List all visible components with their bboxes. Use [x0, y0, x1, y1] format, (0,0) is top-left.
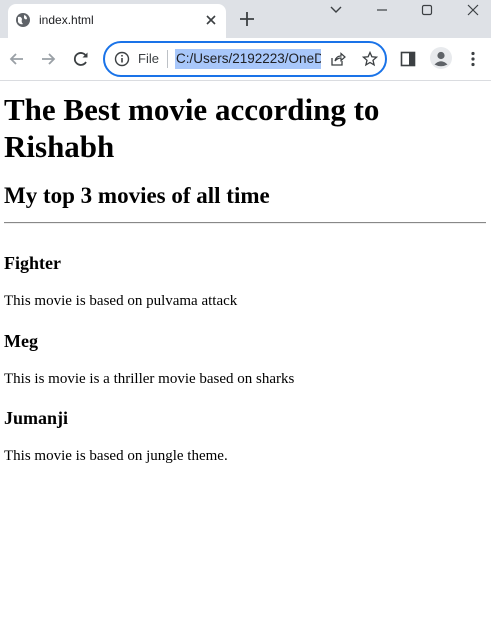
page-title: The Best movie according to Rishabh: [4, 92, 380, 164]
tab-strip: index.html: [0, 0, 491, 38]
tab-search-icon[interactable]: [312, 0, 358, 20]
movie-title: Jumanji: [4, 408, 69, 428]
new-tab-icon[interactable]: [238, 10, 256, 28]
page-subtitle: My top 3 movies of all time: [4, 183, 270, 208]
side-panel-icon[interactable]: [398, 49, 418, 69]
movie-title: Meg: [4, 331, 38, 351]
forward-arrow-icon[interactable]: [38, 49, 58, 69]
share-icon[interactable]: [330, 51, 346, 67]
info-icon[interactable]: [114, 51, 130, 67]
close-window-icon[interactable]: [449, 0, 491, 20]
active-tab[interactable]: index.html: [8, 4, 226, 38]
divider: [4, 222, 486, 224]
scheme-label: File: [138, 51, 159, 66]
maximize-icon[interactable]: [403, 0, 449, 20]
address-bar[interactable]: File C:/Users/2192223/OneDrive: [103, 41, 387, 77]
url-field[interactable]: C:/Users/2192223/OneDrive: [175, 49, 321, 69]
globe-icon: [15, 12, 31, 28]
browser-toolbar: File C:/Users/2192223/OneDrive: [0, 38, 491, 81]
movie-description: This is movie is a thriller movie based …: [4, 371, 295, 387]
page-content: The Best movie according to Rishabh My t…: [0, 81, 491, 637]
profile-avatar-icon[interactable]: [430, 47, 452, 69]
close-tab-icon[interactable]: [204, 13, 218, 27]
omnibox-separator: [167, 50, 168, 68]
tab-title: index.html: [39, 13, 94, 27]
back-arrow-icon[interactable]: [7, 49, 27, 69]
bookmark-star-icon[interactable]: [361, 50, 379, 67]
url-text[interactable]: C:/Users/2192223/OneDrive: [175, 49, 321, 69]
minimize-icon[interactable]: [358, 0, 404, 20]
reload-icon[interactable]: [71, 49, 91, 69]
menu-kebab-icon[interactable]: [463, 49, 483, 69]
movie-description: This movie is based on pulvama attack: [4, 293, 238, 309]
movie-title: Fighter: [4, 253, 61, 273]
movie-description: This movie is based on jungle theme.: [4, 448, 228, 464]
